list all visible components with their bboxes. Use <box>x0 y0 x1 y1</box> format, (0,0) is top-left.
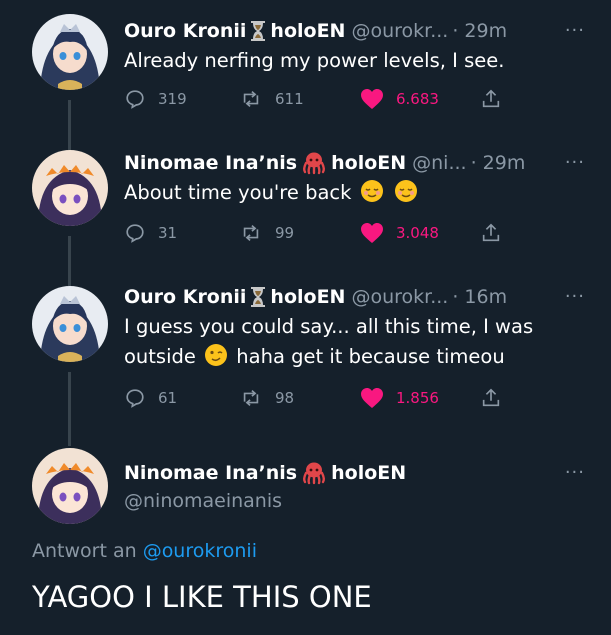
like-button[interactable]: 3.048 <box>360 222 439 244</box>
reply-button[interactable]: 31 <box>124 222 177 244</box>
retweet-count: 98 <box>275 389 295 407</box>
timestamp[interactable]: · 29m <box>471 152 526 174</box>
share-button[interactable] <box>480 387 502 409</box>
tweet-actions: 31 99 3.048 <box>124 221 594 245</box>
like-count: 6.683 <box>396 90 439 108</box>
reply-button[interactable]: 61 <box>124 387 177 409</box>
hourglass-icon <box>251 21 266 41</box>
affiliation-label: holoEN <box>270 286 346 308</box>
heart-filled-icon <box>361 89 383 109</box>
timestamp[interactable]: · 29m <box>452 20 507 42</box>
retweet-button[interactable]: 611 <box>239 88 304 110</box>
hourglass-icon <box>251 287 266 307</box>
display-name[interactable]: Ninomae Ina’nis <box>124 152 297 174</box>
share-button[interactable] <box>480 88 502 110</box>
share-icon <box>482 223 500 242</box>
username[interactable]: @ni... <box>412 152 466 174</box>
thread-connector <box>68 236 71 286</box>
tweet-text: I guess you could say... all this time, … <box>124 312 591 372</box>
avatar-ina[interactable] <box>32 150 108 226</box>
more-options-button[interactable]: ··· <box>565 20 585 41</box>
tweet-text-part: outside <box>124 345 196 368</box>
tweet-header: Ninomae Ina’nis holoEN <box>124 456 406 490</box>
share-button[interactable] <box>480 222 502 244</box>
tweet-text-part: About time you're back <box>124 181 352 204</box>
more-options-button[interactable]: ··· <box>565 286 585 307</box>
tweet-text-part: I guess you could say... all this time, … <box>124 315 534 338</box>
reply-count: 319 <box>158 90 187 108</box>
kronii-avatar-icon <box>32 14 108 90</box>
retweet-icon <box>243 390 259 406</box>
reply-icon <box>126 224 144 243</box>
tweet-text-part: Already nerfing my power levels, I see. <box>124 49 505 72</box>
avatar-kronii[interactable] <box>32 286 108 362</box>
more-options-button[interactable]: ··· <box>565 152 585 173</box>
reply-prefix: Antwort an <box>32 540 137 562</box>
octopus-icon <box>303 152 326 175</box>
ina-avatar-icon <box>32 150 108 226</box>
tweet-thread: Ouro Kronii holoEN @ourokr... · 29m ··· … <box>0 0 611 635</box>
affiliation-label: holoEN <box>331 152 407 174</box>
retweet-count: 611 <box>275 90 304 108</box>
retweet-button[interactable]: 98 <box>239 387 294 409</box>
reply-count: 61 <box>158 389 178 407</box>
like-count: 3.048 <box>396 224 439 242</box>
like-button[interactable]: 6.683 <box>360 88 439 110</box>
share-icon <box>482 89 500 108</box>
avatar-ina[interactable] <box>32 448 108 524</box>
reply-icon <box>126 389 144 408</box>
focused-tweet-text: YAGOO I LIKE THIS ONE <box>32 580 372 614</box>
affiliation-label: holoEN <box>331 462 407 484</box>
tweet-actions: 319 611 6.683 <box>124 87 594 111</box>
relieved-face-icon <box>360 180 383 202</box>
relieved-face-icon <box>394 180 417 202</box>
ina-avatar-icon <box>32 448 108 524</box>
tweet-header: Ouro Kronii holoEN @ourokr... · 29m <box>124 14 507 48</box>
heart-filled-icon <box>361 388 383 408</box>
reply-context: Antwort an @ourokronii <box>32 540 257 562</box>
like-count: 1.856 <box>396 389 439 407</box>
heart-filled-icon <box>361 223 383 243</box>
avatar-kronii[interactable] <box>32 14 108 90</box>
username[interactable]: @ninomaeinanis <box>124 490 282 512</box>
timestamp[interactable]: · 16m <box>452 286 507 308</box>
more-options-button[interactable]: ··· <box>565 462 585 483</box>
reply-count: 31 <box>158 224 178 242</box>
octopus-icon <box>303 462 326 485</box>
tweet-text-part: haha get it because timeou <box>236 345 505 368</box>
tweet-text: About time you're back <box>124 178 591 208</box>
retweet-icon <box>243 91 259 107</box>
affiliation-label: holoEN <box>270 20 346 42</box>
tweet-header: Ninomae Ina’nis holoEN @ni... · 29m <box>124 146 525 180</box>
thread-connector <box>68 100 71 150</box>
retweet-button[interactable]: 99 <box>239 222 294 244</box>
tweet-header: Ouro Kronii holoEN @ourokr... · 16m <box>124 280 507 314</box>
retweet-count: 99 <box>275 224 295 242</box>
display-name[interactable]: Ninomae Ina’nis <box>124 462 297 484</box>
tweet-actions: 61 98 1.856 <box>124 386 594 410</box>
thread-connector <box>68 372 71 446</box>
reply-button[interactable]: 319 <box>124 88 187 110</box>
username[interactable]: @ourokr... <box>351 286 448 308</box>
retweet-icon <box>243 225 259 241</box>
username[interactable]: @ourokr... <box>351 20 448 42</box>
kronii-avatar-icon <box>32 286 108 362</box>
display-name[interactable]: Ouro Kronii <box>124 20 246 42</box>
display-name[interactable]: Ouro Kronii <box>124 286 246 308</box>
reply-to-link[interactable]: @ourokronii <box>143 540 257 562</box>
reply-icon <box>126 90 144 109</box>
like-button[interactable]: 1.856 <box>360 387 439 409</box>
tweet-text: Already nerfing my power levels, I see. <box>124 46 591 76</box>
share-icon <box>482 388 500 407</box>
winking-face-icon <box>205 344 228 366</box>
